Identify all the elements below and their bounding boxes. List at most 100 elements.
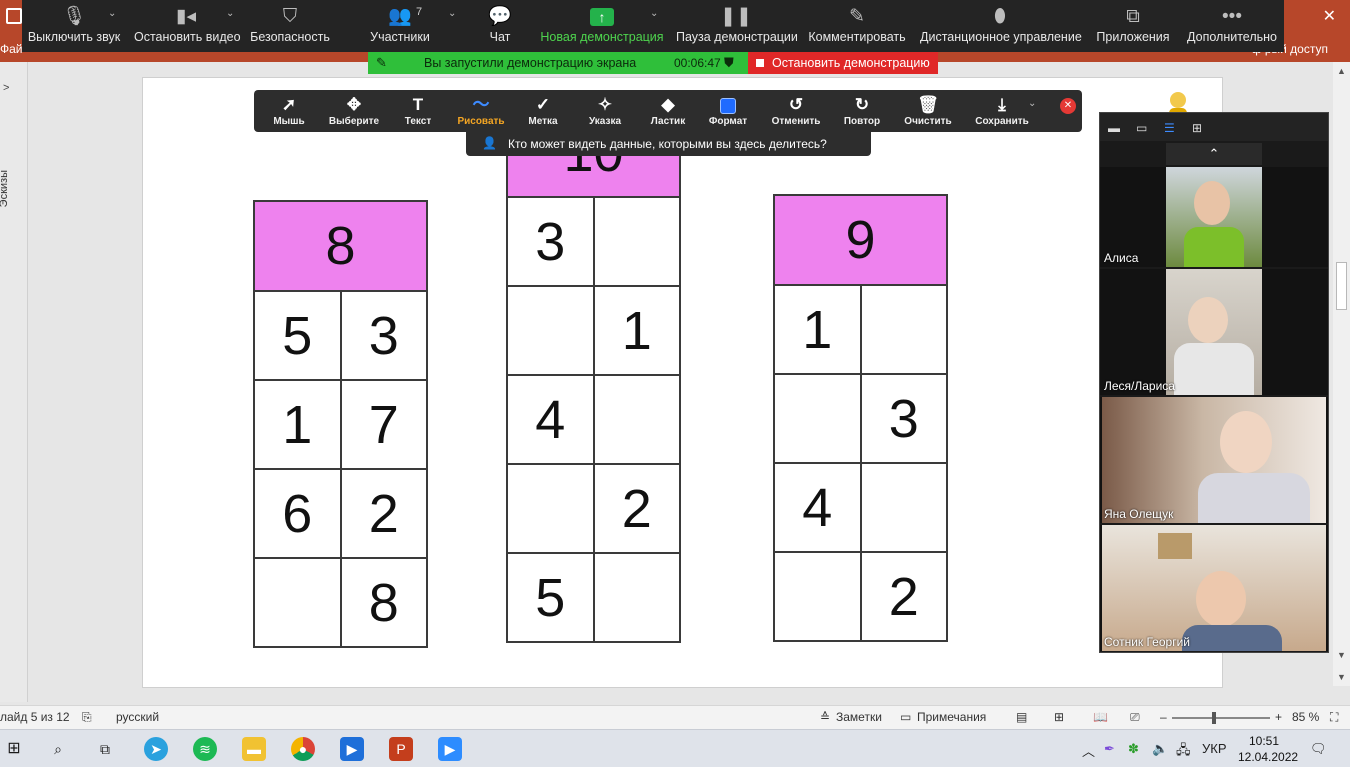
normal-view-icon[interactable]: ▤ bbox=[1016, 710, 1027, 724]
tool-undo[interactable]: ↺ Отменить bbox=[770, 90, 822, 132]
clock[interactable]: 10:51 12.04.2022 bbox=[1238, 733, 1298, 765]
zoom-level[interactable]: 85 % bbox=[1292, 710, 1319, 724]
language-label[interactable]: русский bbox=[116, 710, 159, 724]
chat-icon: 💬 bbox=[488, 6, 512, 27]
remote-control-button[interactable]: ⬮ Дистанционное управление bbox=[920, 0, 1082, 52]
tool-redo[interactable]: ↻ Повтор bbox=[840, 90, 884, 132]
slide-sorter-icon[interactable]: ⊞ bbox=[1054, 710, 1064, 724]
clock-time: 10:51 bbox=[1248, 734, 1280, 748]
reading-view-icon[interactable]: 📖 bbox=[1093, 710, 1108, 724]
save-icon[interactable] bbox=[6, 8, 22, 24]
windows-taskbar: ⊞ ⌕ ⧉ ➤ ≋ ▬ ● ▶ P ▶ ︿ ✒ ✽ 🔈 🖧 УКР 10:51 … bbox=[0, 729, 1350, 767]
zoom-in-icon[interactable]: + bbox=[1275, 710, 1282, 724]
minimize-icon[interactable]: ▬ bbox=[1108, 121, 1120, 135]
zoom-slider[interactable] bbox=[1172, 712, 1270, 724]
who-can-see-banner[interactable]: 👤 Кто может видеть данные, которыми вы з… bbox=[466, 132, 871, 156]
tray-chevron-icon[interactable]: ︿ bbox=[1082, 741, 1095, 760]
wall-picture-image bbox=[1158, 533, 1192, 559]
scroll-up-icon[interactable]: ▲ bbox=[1337, 66, 1346, 76]
chevron-right-icon[interactable]: > bbox=[3, 82, 9, 94]
language-indicator[interactable]: УКР bbox=[1202, 741, 1227, 756]
face-image bbox=[1188, 297, 1228, 343]
telegram-icon[interactable]: ➤ bbox=[144, 737, 168, 761]
vertical-scrollbar[interactable]: ▲ ▼ ▼ bbox=[1333, 62, 1350, 686]
slideshow-icon[interactable]: ⎚ bbox=[1130, 710, 1140, 725]
apps-button[interactable]: ⧉ Приложения bbox=[1094, 0, 1172, 52]
stop-video-button[interactable]: ▮◂ Остановить видео bbox=[134, 0, 241, 52]
chat-button[interactable]: 💬 Чат bbox=[478, 0, 522, 52]
search-icon[interactable]: ⌕ bbox=[46, 737, 70, 761]
explorer-icon[interactable]: ▬ bbox=[242, 737, 266, 761]
tool-clear[interactable]: 🗑 Очистить bbox=[902, 90, 954, 132]
chevron-down-icon[interactable]: ⌄ bbox=[226, 8, 234, 19]
tool-eraser[interactable]: ◆ Ластик bbox=[646, 90, 690, 132]
chevron-down-icon[interactable]: ⌄ bbox=[650, 8, 658, 19]
feather-icon[interactable]: ✒ bbox=[1104, 741, 1115, 757]
stop-share-button[interactable]: Остановить демонстрацию bbox=[748, 52, 938, 74]
participant-name: Сотник Георгий bbox=[1104, 635, 1190, 649]
tool-spotlight[interactable]: ✧ Указка bbox=[582, 90, 628, 132]
powerpoint-icon[interactable]: P bbox=[389, 737, 413, 761]
tool-select[interactable]: ✥ Выберите bbox=[326, 90, 382, 132]
number-table-8: 8 5 3 1 7 6 2 8 bbox=[253, 200, 428, 648]
zoom-out-icon[interactable]: – bbox=[1160, 710, 1167, 724]
tool-mouse[interactable]: ➚ Мышь bbox=[266, 90, 312, 132]
slide-canvas[interactable]: 8 5 3 1 7 6 2 8 10 3 1 4 bbox=[142, 77, 1223, 688]
move-icon: ✥ bbox=[346, 95, 362, 114]
participants-button[interactable]: 👥 Участники bbox=[366, 0, 434, 52]
task-view-icon[interactable]: ⧉ bbox=[93, 737, 117, 761]
participant-tile[interactable]: Сотник Георгий bbox=[1100, 525, 1328, 651]
apps-icon: ⧉ bbox=[1126, 6, 1140, 27]
annotate-button[interactable]: ✎ Комментировать bbox=[808, 0, 906, 52]
mute-label: Выключить звук bbox=[27, 30, 121, 44]
media-icon[interactable]: ▶ bbox=[340, 737, 364, 761]
tool-save[interactable]: ⤓ Сохранить bbox=[974, 90, 1030, 132]
zoom-slider-knob[interactable] bbox=[1212, 712, 1216, 724]
scroll-down-icon[interactable]: ▼ bbox=[1337, 650, 1346, 660]
close-icon[interactable]: ✕ bbox=[1060, 98, 1076, 114]
chevron-down-icon[interactable]: ⌄ bbox=[108, 8, 116, 19]
tool-format[interactable]: Формат bbox=[706, 90, 750, 132]
notes-icon[interactable]: ≙ bbox=[820, 710, 830, 724]
participant-tile[interactable]: Яна Олещук bbox=[1100, 397, 1328, 523]
security-button[interactable]: ⛉ Безопасность bbox=[248, 0, 332, 52]
mouse-icon: ⬮ bbox=[994, 6, 1006, 27]
spotify-icon[interactable]: ≋ bbox=[193, 737, 217, 761]
tool-stamp[interactable]: ✓ Метка bbox=[522, 90, 564, 132]
close-icon[interactable]: ✕ bbox=[1323, 6, 1336, 26]
puzzle-icon[interactable]: ✽ bbox=[1128, 741, 1139, 757]
pause-share-button[interactable]: ❚❚ Пауза демонстрации bbox=[676, 0, 798, 52]
comments-icon[interactable]: ▭ bbox=[900, 710, 911, 724]
sharing-status-bar[interactable]: ✎ Вы запустили демонстрацию экрана 00:06… bbox=[368, 52, 748, 74]
strip-view-icon[interactable]: ☰ bbox=[1164, 121, 1175, 135]
format-icon-wrap bbox=[706, 90, 750, 116]
comments-button[interactable]: Примечания bbox=[917, 710, 986, 724]
tool-text[interactable]: T Текст bbox=[396, 90, 440, 132]
notifications-icon[interactable]: 🗨 bbox=[1310, 741, 1327, 757]
fit-slide-icon[interactable]: ⛶ bbox=[1330, 710, 1338, 725]
start-icon[interactable]: ⊞ bbox=[2, 737, 26, 761]
tool-label: Метка bbox=[528, 116, 558, 127]
more-button[interactable]: ••• Дополнительно bbox=[1186, 0, 1278, 52]
next-slide-icon[interactable]: ▼ bbox=[1337, 672, 1346, 682]
shield-check-icon: ⛊ bbox=[724, 55, 734, 70]
participant-tile[interactable]: Леся/Лариса bbox=[1100, 269, 1328, 395]
new-share-button[interactable]: ↑ Новая демонстрация bbox=[540, 0, 664, 52]
chevron-down-icon[interactable]: ⌄ bbox=[448, 8, 456, 19]
tool-draw[interactable]: 〜 Рисовать bbox=[456, 90, 506, 132]
pin-icon[interactable]: ✎ bbox=[376, 55, 387, 71]
zoom-icon[interactable]: ▶ bbox=[438, 737, 462, 761]
chrome-icon[interactable]: ● bbox=[291, 737, 315, 761]
spellcheck-icon[interactable]: ⎘ bbox=[82, 710, 92, 725]
thumbnails-pane[interactable]: > Эскизы bbox=[0, 62, 28, 702]
scroll-up-icon[interactable]: ⌃ bbox=[1166, 143, 1262, 165]
scroll-thumb[interactable] bbox=[1336, 262, 1347, 310]
participant-tile[interactable]: Алиса bbox=[1100, 167, 1328, 267]
volume-icon[interactable]: 🔈 bbox=[1152, 741, 1168, 757]
speaker-view-icon[interactable]: ▭ bbox=[1136, 121, 1147, 135]
notes-button[interactable]: Заметки bbox=[836, 710, 882, 724]
network-icon[interactable]: 🖧 bbox=[1176, 741, 1191, 763]
file-menu[interactable]: Фай bbox=[0, 42, 23, 56]
chevron-down-icon[interactable]: ⌄ bbox=[1028, 98, 1036, 109]
grid-view-icon[interactable]: ⊞ bbox=[1192, 121, 1202, 135]
